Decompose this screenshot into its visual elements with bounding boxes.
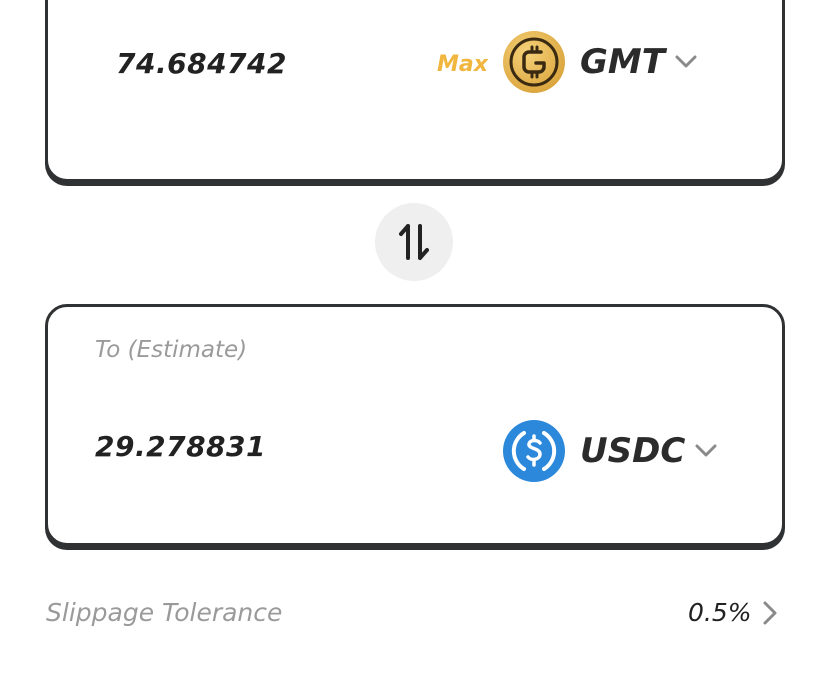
to-amount: 29.278831 (95, 430, 266, 463)
from-token-selector[interactable]: GMT (502, 30, 697, 94)
usdc-coin-icon (503, 420, 565, 482)
to-token-selector[interactable]: USDC (502, 419, 717, 483)
slippage-tolerance-label: Slippage Tolerance (46, 598, 283, 627)
slippage-tolerance-setting[interactable]: 0.5% (688, 598, 778, 627)
chevron-down-icon (675, 55, 697, 68)
max-button[interactable]: Max (437, 52, 488, 77)
swap-arrows-icon (399, 224, 429, 260)
from-card: 74.684742 Max GMT (45, 0, 785, 182)
chevron-right-icon (763, 601, 777, 624)
chevron-down-icon (695, 444, 717, 457)
gmt-coin-icon (503, 31, 565, 93)
swap-screen: 74.684742 Max GMT To (Estimate) 29.27883… (0, 0, 828, 696)
slippage-tolerance-value: 0.5% (688, 598, 752, 627)
from-token-symbol: GMT (580, 42, 665, 82)
swap-direction-button[interactable] (375, 203, 453, 281)
to-token-symbol: USDC (580, 431, 686, 471)
to-estimate-label: To (Estimate) (95, 337, 248, 363)
from-amount[interactable]: 74.684742 (116, 47, 287, 80)
to-card: To (Estimate) 29.278831 USDC (45, 304, 785, 546)
